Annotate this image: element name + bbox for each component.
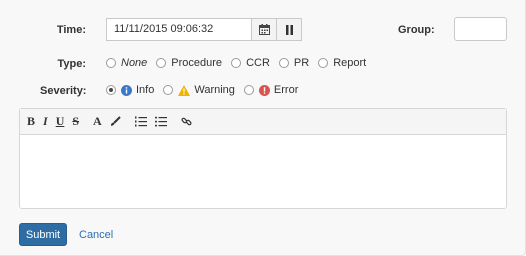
type-pr-label: PR <box>293 57 310 69</box>
radio-ccr[interactable] <box>231 58 242 68</box>
time-label: Time: <box>56 24 86 36</box>
type-ccr-label: CCR <box>246 57 270 69</box>
radio-none[interactable] <box>106 58 116 68</box>
bullet-list-button[interactable] <box>154 116 167 127</box>
time-input[interactable]: 11/11/2015 09:06:32 <box>106 18 252 41</box>
type-option-none[interactable]: None <box>106 57 147 69</box>
type-procedure-label: Procedure <box>171 57 223 69</box>
font-button[interactable]: A <box>93 114 102 129</box>
severity-info-label: Info <box>136 84 155 96</box>
radio-report[interactable] <box>318 58 329 68</box>
severity-warning-label: Warning <box>194 84 235 96</box>
pause-icon <box>285 24 293 35</box>
group-label: Group: <box>398 24 435 36</box>
error-icon <box>258 84 270 96</box>
calendar-icon <box>258 24 270 35</box>
group-input[interactable] <box>454 17 507 41</box>
underline-button[interactable]: U <box>56 114 65 129</box>
type-option-ccr[interactable]: CCR <box>231 57 270 69</box>
info-icon <box>121 84 132 96</box>
bold-button[interactable]: B <box>27 114 35 129</box>
severity-option-error[interactable]: Error <box>243 84 299 96</box>
radio-info[interactable] <box>106 85 116 95</box>
radio-procedure[interactable] <box>156 58 167 68</box>
type-none-label: None <box>121 57 148 69</box>
severity-error-label: Error <box>273 84 299 96</box>
calendar-button[interactable] <box>251 18 277 41</box>
type-option-procedure[interactable]: Procedure <box>156 57 222 69</box>
radio-pr[interactable] <box>278 58 289 68</box>
editor-toolbar: B I U S A <box>20 109 506 135</box>
ordered-list-button[interactable] <box>134 116 147 127</box>
radio-warning[interactable] <box>163 85 174 95</box>
ordered-list-icon <box>134 116 147 127</box>
link-button[interactable] <box>181 116 192 127</box>
submit-button[interactable]: Submit <box>19 223 67 246</box>
type-option-pr[interactable]: PR <box>278 57 310 69</box>
bullet-list-icon <box>154 116 167 127</box>
severity-option-warning[interactable]: Warning <box>163 84 235 96</box>
type-option-report[interactable]: Report <box>318 57 366 69</box>
editor-content-area[interactable] <box>20 135 506 208</box>
warning-icon <box>178 84 191 96</box>
pause-button[interactable] <box>276 18 302 41</box>
brush-button[interactable] <box>110 116 121 127</box>
rich-text-editor: B I U S A <box>19 108 507 209</box>
radio-error[interactable] <box>243 85 254 95</box>
type-label: Type: <box>57 58 86 70</box>
italic-button[interactable]: I <box>43 114 48 129</box>
link-icon <box>181 117 192 126</box>
strikethrough-button[interactable]: S <box>72 114 79 129</box>
type-report-label: Report <box>333 57 367 69</box>
severity-options: Info Warning Error <box>106 84 307 96</box>
severity-option-info[interactable]: Info <box>106 84 154 96</box>
cancel-link[interactable]: Cancel <box>79 229 113 241</box>
type-options: None Procedure CCR PR Report <box>106 57 375 69</box>
severity-label: Severity: <box>40 85 87 97</box>
brush-icon <box>110 116 121 126</box>
